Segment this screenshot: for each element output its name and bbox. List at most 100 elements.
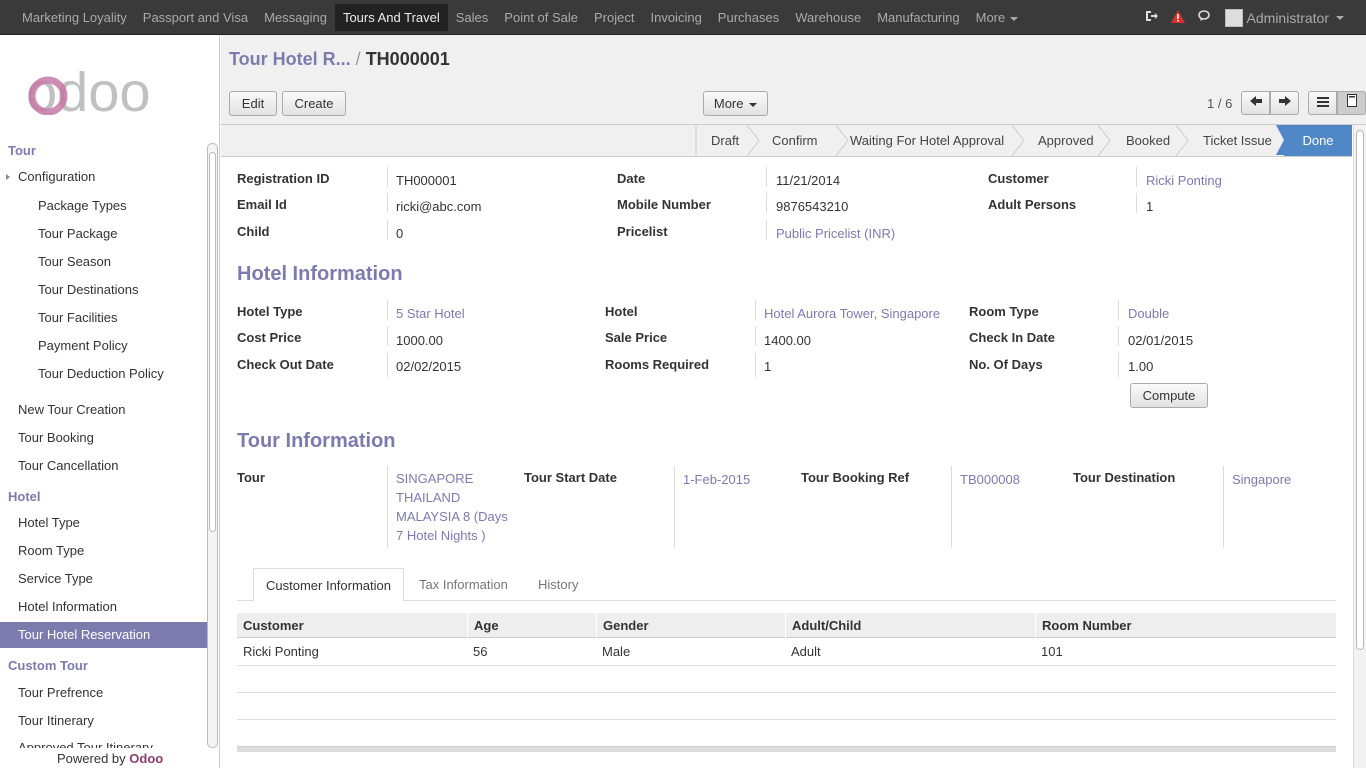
- menu-sales[interactable]: Sales: [448, 0, 497, 35]
- sidebar-item-service-type[interactable]: Service Type: [18, 571, 93, 586]
- sidebar-item-tour-itinerary[interactable]: Tour Itinerary: [18, 713, 94, 728]
- sidebar-item-tour-hotel-reservation[interactable]: Tour Hotel Reservation: [0, 622, 207, 648]
- page-scroll-thumb[interactable]: [1356, 130, 1364, 650]
- stage-confirm[interactable]: Confirm: [772, 125, 818, 156]
- tab-customer-information[interactable]: Customer Information: [253, 568, 404, 602]
- menu-tours-and-travel[interactable]: Tours And Travel: [334, 4, 448, 31]
- email-value: ricki@abc.com: [396, 199, 482, 214]
- breadcrumb-parent[interactable]: Tour Hotel R...: [229, 49, 351, 69]
- registration-id-label: Registration ID: [237, 171, 330, 186]
- column-header-customer[interactable]: Customer: [237, 613, 467, 638]
- adult-persons-value: 1: [1146, 199, 1154, 214]
- stage-approved[interactable]: Approved: [1038, 125, 1094, 156]
- column-header-gender[interactable]: Gender: [596, 613, 785, 638]
- table-row-empty: [237, 666, 1336, 693]
- sidebar-item-tour-deduction-policy[interactable]: Tour Deduction Policy: [38, 366, 164, 381]
- chat-icon[interactable]: [1197, 10, 1212, 25]
- create-button[interactable]: Create: [282, 91, 346, 116]
- menu-messaging[interactable]: Messaging: [256, 0, 335, 35]
- sidebar-item-payment-policy[interactable]: Payment Policy: [38, 338, 128, 353]
- user-name: Administrator: [1246, 9, 1329, 26]
- menu-warehouse[interactable]: Warehouse: [787, 0, 869, 35]
- user-menu[interactable]: Administrator: [1224, 8, 1344, 27]
- menu-more[interactable]: More: [968, 0, 1027, 35]
- page-scrollbar[interactable]: [1353, 125, 1366, 768]
- warning-icon[interactable]: [1170, 9, 1185, 26]
- logout-icon[interactable]: [1145, 10, 1158, 25]
- tour-start-date-value[interactable]: 1-Feb-2015: [683, 472, 750, 487]
- sidebar-scrollbar[interactable]: [207, 143, 218, 748]
- column-header-room-number[interactable]: Room Number: [1035, 613, 1336, 638]
- sidebar-item-approved-tour-itinerary[interactable]: Approved Tour Itinerary: [18, 741, 153, 748]
- room-type-label: Room Type: [969, 304, 1039, 319]
- powered-by-text: Powered by: [57, 751, 126, 766]
- menu-point-of-sale[interactable]: Point of Sale: [496, 0, 586, 35]
- tour-booking-ref-link[interactable]: TB000008: [960, 472, 1020, 487]
- menu-marketing-loyality[interactable]: Marketing Loyality: [14, 0, 135, 35]
- menu-invoicing[interactable]: Invoicing: [642, 0, 709, 35]
- menu-purchases[interactable]: Purchases: [710, 0, 787, 35]
- view-header: Tour Hotel R... / TH000001 Edit Create Mor…: [221, 35, 1366, 125]
- column-header-adult-child[interactable]: Adult/Child: [785, 613, 1035, 638]
- sidebar-item-tour-cancellation[interactable]: Tour Cancellation: [18, 458, 118, 473]
- stage-done-arrow: [1276, 125, 1284, 155]
- tab-history[interactable]: History: [526, 568, 590, 601]
- chevron-down-icon: [749, 102, 758, 107]
- mobile-label: Mobile Number: [617, 197, 711, 212]
- sidebar-item-hotel-information[interactable]: Hotel Information: [18, 599, 117, 614]
- sidebar-item-configuration[interactable]: Configuration: [18, 169, 95, 184]
- tour-booking-ref-label: Tour Booking Ref: [801, 470, 910, 485]
- menu-project[interactable]: Project: [586, 0, 642, 35]
- stage-booked[interactable]: Booked: [1126, 125, 1170, 156]
- sidebar-item-package-types[interactable]: Package Types: [38, 198, 127, 213]
- powered-by-brand[interactable]: Odoo: [129, 751, 163, 766]
- list-view-button[interactable]: [1308, 91, 1337, 115]
- stage-done[interactable]: Done: [1284, 125, 1352, 156]
- column-header-age[interactable]: Age: [467, 613, 596, 638]
- field-divider: [387, 326, 388, 346]
- next-button[interactable]: [1270, 91, 1299, 115]
- form-view-button[interactable]: [1337, 91, 1366, 115]
- room-type-link[interactable]: Double: [1128, 306, 1169, 321]
- sidebar-item-tour-season[interactable]: Tour Season: [38, 254, 111, 269]
- topbar-right: Administrator: [1145, 0, 1344, 35]
- sidebar-item-tour-booking[interactable]: Tour Booking: [18, 430, 94, 445]
- tab-tax-information[interactable]: Tax Information: [407, 568, 520, 601]
- tour-link[interactable]: SINGAPORE THAILAND MALAYSIA 8 (Days 7 Ho…: [396, 469, 518, 545]
- sidebar-item-tour-facilities[interactable]: Tour Facilities: [38, 310, 117, 325]
- sidebar-item-new-tour-creation[interactable]: New Tour Creation: [18, 402, 125, 417]
- compute-button[interactable]: Compute: [1130, 383, 1208, 408]
- sidebar-item-tour-prefrence[interactable]: Tour Prefrence: [18, 685, 103, 700]
- date-value: 11/21/2014: [776, 173, 841, 188]
- arrow-right-icon: [1278, 96, 1291, 106]
- odoo-logo[interactable]: odoo: [26, 71, 194, 115]
- stage-waiting-for-hotel-approval[interactable]: Waiting For Hotel Approval: [850, 125, 1004, 156]
- table-row[interactable]: Ricki Ponting 56 Male Adult 101: [237, 639, 1336, 666]
- sidebar-item-tour-destinations[interactable]: Tour Destinations: [38, 282, 138, 297]
- avatar: [1224, 8, 1243, 27]
- stage-ticket-issue[interactable]: Ticket Issue: [1203, 125, 1272, 156]
- sidebar-item-room-type[interactable]: Room Type: [18, 543, 84, 558]
- menu-manufacturing[interactable]: Manufacturing: [869, 0, 967, 35]
- sidebar-section-hotel[interactable]: Hotel: [8, 489, 41, 504]
- previous-button[interactable]: [1241, 91, 1270, 115]
- edit-button[interactable]: Edit: [229, 91, 277, 116]
- sidebar-section-custom-tour[interactable]: Custom Tour: [8, 658, 88, 673]
- sidebar-item-tour-package[interactable]: Tour Package: [38, 226, 118, 241]
- more-button[interactable]: More: [703, 91, 768, 116]
- sidebar-scroll-thumb[interactable]: [209, 152, 216, 532]
- hotel-link[interactable]: Hotel Aurora Tower, Singapore: [764, 306, 940, 321]
- child-label: Child: [237, 224, 270, 239]
- customer-link[interactable]: Ricki Ponting: [1146, 173, 1222, 188]
- field-divider: [1136, 193, 1137, 213]
- menu-passport-visa[interactable]: Passport and Visa: [135, 0, 256, 35]
- sidebar-item-hotel-type[interactable]: Hotel Type: [18, 515, 80, 530]
- pricelist-link[interactable]: Public Pricelist (INR): [776, 226, 895, 241]
- tour-destination-link[interactable]: Singapore: [1232, 472, 1291, 487]
- hotel-type-link[interactable]: 5 Star Hotel: [396, 306, 465, 321]
- field-divider: [1118, 326, 1119, 346]
- stage-draft[interactable]: Draft: [711, 125, 739, 156]
- cell-age: 56: [473, 644, 488, 659]
- sidebar-section-tour[interactable]: Tour: [8, 143, 36, 158]
- email-label: Email Id: [237, 197, 287, 212]
